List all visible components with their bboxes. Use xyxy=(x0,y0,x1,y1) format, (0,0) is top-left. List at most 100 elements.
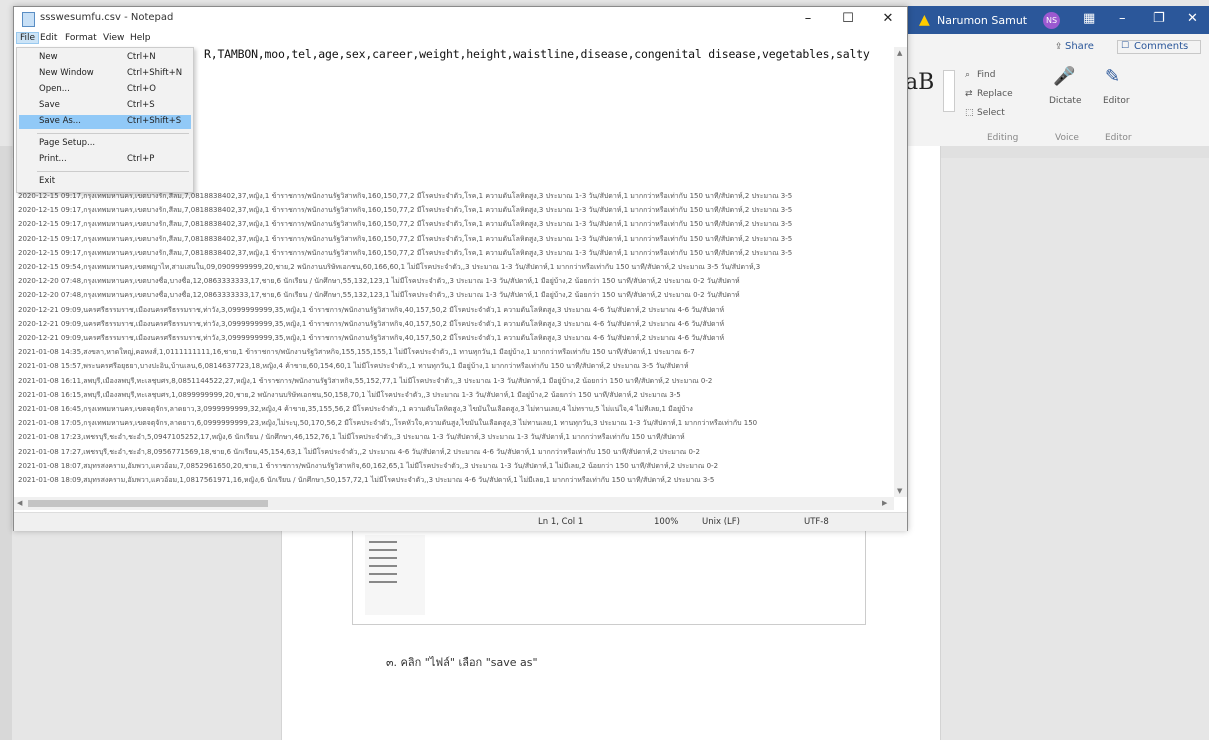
csv-row: 2020-12-21 09:09,นครศรีธรรมราช,เมืองนครศ… xyxy=(18,319,725,328)
editor-button[interactable]: Editor xyxy=(1103,96,1130,106)
voice-group-label: Voice xyxy=(1055,133,1079,143)
csv-row: 2021-01-08 17:05,กรุงเทพมหานคร,เขตจตุจัก… xyxy=(18,419,758,428)
minimize-icon[interactable]: – xyxy=(1119,11,1126,26)
share-icon: ⇪ xyxy=(1055,42,1063,52)
csv-row: 2020-12-15 09:17,กรุงเทพมหานคร,เขตบางรัก… xyxy=(18,234,793,243)
menu-item-shortcut: Ctrl+N xyxy=(127,52,156,62)
document-caption: ๓. คลิก "ไฟล์" เลือก "save as" xyxy=(386,656,538,669)
csv-row: 2021-01-08 16:11,ลพบุรี,เมืองลพบุรี,ทะเล… xyxy=(18,376,713,385)
csv-row: 2020-12-15 09:17,กรุงเทพมหานคร,เขตบางรัก… xyxy=(18,220,793,229)
menu-separator xyxy=(37,171,189,172)
menu-file[interactable]: File xyxy=(16,32,40,44)
scroll-down-icon[interactable]: ▼ xyxy=(897,487,902,495)
csv-row: 2021-01-08 15:57,พระนครศรีอยุธยา,บางปะอิ… xyxy=(18,362,689,371)
close-button[interactable]: ✕ xyxy=(872,9,904,29)
menu-item-page-setup[interactable]: Page Setup... xyxy=(19,137,191,151)
avatar[interactable]: NS xyxy=(1043,12,1060,29)
encoding: UTF-8 xyxy=(804,517,829,527)
notepad-titlebar[interactable]: ssswesumfu.csv - Notepad – ☐ ✕ xyxy=(14,7,907,31)
menu-item-print[interactable]: Print... Ctrl+P xyxy=(19,153,191,167)
menu-item-new[interactable]: New Ctrl+N xyxy=(19,51,191,65)
share-button[interactable]: Share xyxy=(1065,41,1094,52)
csv-row: 2021-01-08 17:27,เพชรบุรี,ชะอำ,ชะอำ,8,09… xyxy=(18,447,700,456)
menu-item-label: New Window xyxy=(39,68,94,78)
menu-item-label: Print... xyxy=(39,154,67,164)
menu-view[interactable]: View xyxy=(103,33,124,43)
document-screenshot-image[interactable] xyxy=(352,528,866,625)
menu-item-label: Save As... xyxy=(39,116,81,126)
status-bar: Ln 1, Col 1 100% Unix (LF) UTF-8 xyxy=(14,512,907,531)
menu-item-save[interactable]: Save Ctrl+S xyxy=(19,99,191,113)
csv-row: 2020-12-15 09:17,กรุงเทพมหานคร,เขตบางรัก… xyxy=(18,248,793,257)
csv-row: 2020-12-21 09:09,นครศรีธรรมราช,เมืองนครศ… xyxy=(18,334,725,342)
maximize-button[interactable]: ☐ xyxy=(832,9,864,29)
menu-item-exit[interactable]: Exit xyxy=(19,175,191,189)
comments-icon: ☐ xyxy=(1121,41,1130,51)
word-user-name[interactable]: Narumon Samut xyxy=(937,14,1027,27)
notepad-app-icon xyxy=(22,12,35,27)
csv-row: 2020-12-20 07:48,กรุงเทพมหานคร,เขตบางซื่… xyxy=(18,291,740,300)
csv-row: 2020-12-20 07:48,กรุงเทพมหานคร,เขตบางซื่… xyxy=(18,277,740,286)
find-icon: ⌕ xyxy=(965,70,971,80)
csv-row: 2021-01-08 18:09,สมุทรสงคราม,อัมพวา,แควอ… xyxy=(18,476,715,484)
menu-item-shortcut: Ctrl+P xyxy=(127,154,155,164)
notepad-window-title: ssswesumfu.csv - Notepad xyxy=(40,12,174,23)
horizontal-scroll-thumb[interactable] xyxy=(28,500,268,507)
ribbon-display-icon[interactable]: ▦ xyxy=(1083,11,1095,26)
menu-item-shortcut: Ctrl+O xyxy=(127,84,156,94)
editor-icon: ✎ xyxy=(1105,66,1121,87)
menu-item-label: Page Setup... xyxy=(39,138,96,148)
csv-row: 2020-12-15 09:17,กรุงเทพมหานคร,เขตบางรัก… xyxy=(18,206,793,215)
microphone-icon: 🎤 xyxy=(1053,66,1076,87)
csv-row: 2021-01-08 18:07,สมุทรสงคราม,อัมพวา,แควอ… xyxy=(18,461,719,470)
csv-header-line: R,TAMBON,moo,tel,age,sex,career,weight,h… xyxy=(204,47,870,61)
csv-row: 2020-12-21 09:09,นครศรีธรรมราช,เมืองนครศ… xyxy=(18,305,725,314)
menu-item-save-as[interactable]: Save As... Ctrl+Shift+S xyxy=(19,115,191,129)
csv-row: 2021-01-08 16:45,กรุงเทพมหานคร,เขตจตุจัก… xyxy=(18,405,693,413)
csv-row: 2020-12-15 09:54,กรุงเทพมหานคร,เขตพญาไท,… xyxy=(18,263,761,271)
warning-icon[interactable]: ▲ xyxy=(919,12,930,28)
line-ending: Unix (LF) xyxy=(702,517,740,527)
replace-button[interactable]: Replace xyxy=(977,89,1013,99)
word-titlebar: ▲ Narumon Samut NS ▦ – ❐ ✕ xyxy=(905,6,1209,34)
scroll-right-icon[interactable]: ▶ xyxy=(882,499,887,507)
minimize-button[interactable]: – xyxy=(792,9,824,29)
menu-item-label: Save xyxy=(39,100,60,110)
zoom-level: 100% xyxy=(654,517,679,527)
menu-item-label: New xyxy=(39,52,58,62)
csv-row: 2021-01-08 16:15,ลพบุรี,เมืองลพบุรี,ทะเล… xyxy=(18,390,681,399)
menu-item-new-window[interactable]: New Window Ctrl+Shift+N xyxy=(19,67,191,81)
scroll-left-icon[interactable]: ◀ xyxy=(17,499,22,507)
document-image-thumbnail xyxy=(365,535,425,615)
editor-group-label: Editor xyxy=(1105,133,1132,143)
style-sample[interactable]: aB xyxy=(905,70,934,95)
csv-row: 2021-01-08 14:35,สงขลา,หาดใหญ่,คอหงส์,1,… xyxy=(18,348,695,357)
menu-edit[interactable]: Edit xyxy=(40,33,57,43)
file-dropdown-menu: New Ctrl+N New Window Ctrl+Shift+N Open.… xyxy=(16,47,194,193)
menu-item-open[interactable]: Open... Ctrl+O xyxy=(19,83,191,97)
scroll-up-icon[interactable]: ▲ xyxy=(897,49,902,57)
comments-button[interactable]: Comments xyxy=(1117,40,1201,54)
vertical-ruler xyxy=(0,146,12,740)
replace-icon: ⇄ xyxy=(965,89,973,99)
menu-format[interactable]: Format xyxy=(65,33,97,43)
restore-icon[interactable]: ❐ xyxy=(1153,11,1165,26)
horizontal-scrollbar[interactable]: ◀ ▶ xyxy=(14,497,894,510)
vertical-scrollbar[interactable]: ▲ ▼ xyxy=(894,47,907,497)
menu-item-shortcut: Ctrl+Shift+S xyxy=(127,116,182,126)
editing-group-label: Editing xyxy=(987,133,1019,143)
menu-item-label: Exit xyxy=(39,176,56,186)
select-button[interactable]: Select xyxy=(977,108,1005,118)
menu-help[interactable]: Help xyxy=(130,33,151,43)
menu-item-shortcut: Ctrl+S xyxy=(127,100,155,110)
menubar: File Edit Format View Help xyxy=(14,31,907,47)
csv-row: 2021-01-08 17:23,เพชรบุรี,ชะอำ,ชะอำ,5,09… xyxy=(18,433,685,442)
find-button[interactable]: Find xyxy=(977,70,995,80)
styles-scroll[interactable] xyxy=(943,70,955,112)
select-icon: ⬚ xyxy=(965,108,974,118)
menu-item-label: Open... xyxy=(39,84,70,94)
close-icon[interactable]: ✕ xyxy=(1187,11,1198,26)
word-ribbon: ⇪ Share Comments ☐ aB ⌕ Find ⇄ Replace ⬚… xyxy=(905,34,1209,147)
cursor-position: Ln 1, Col 1 xyxy=(538,517,584,527)
dictate-button[interactable]: Dictate xyxy=(1049,96,1082,106)
